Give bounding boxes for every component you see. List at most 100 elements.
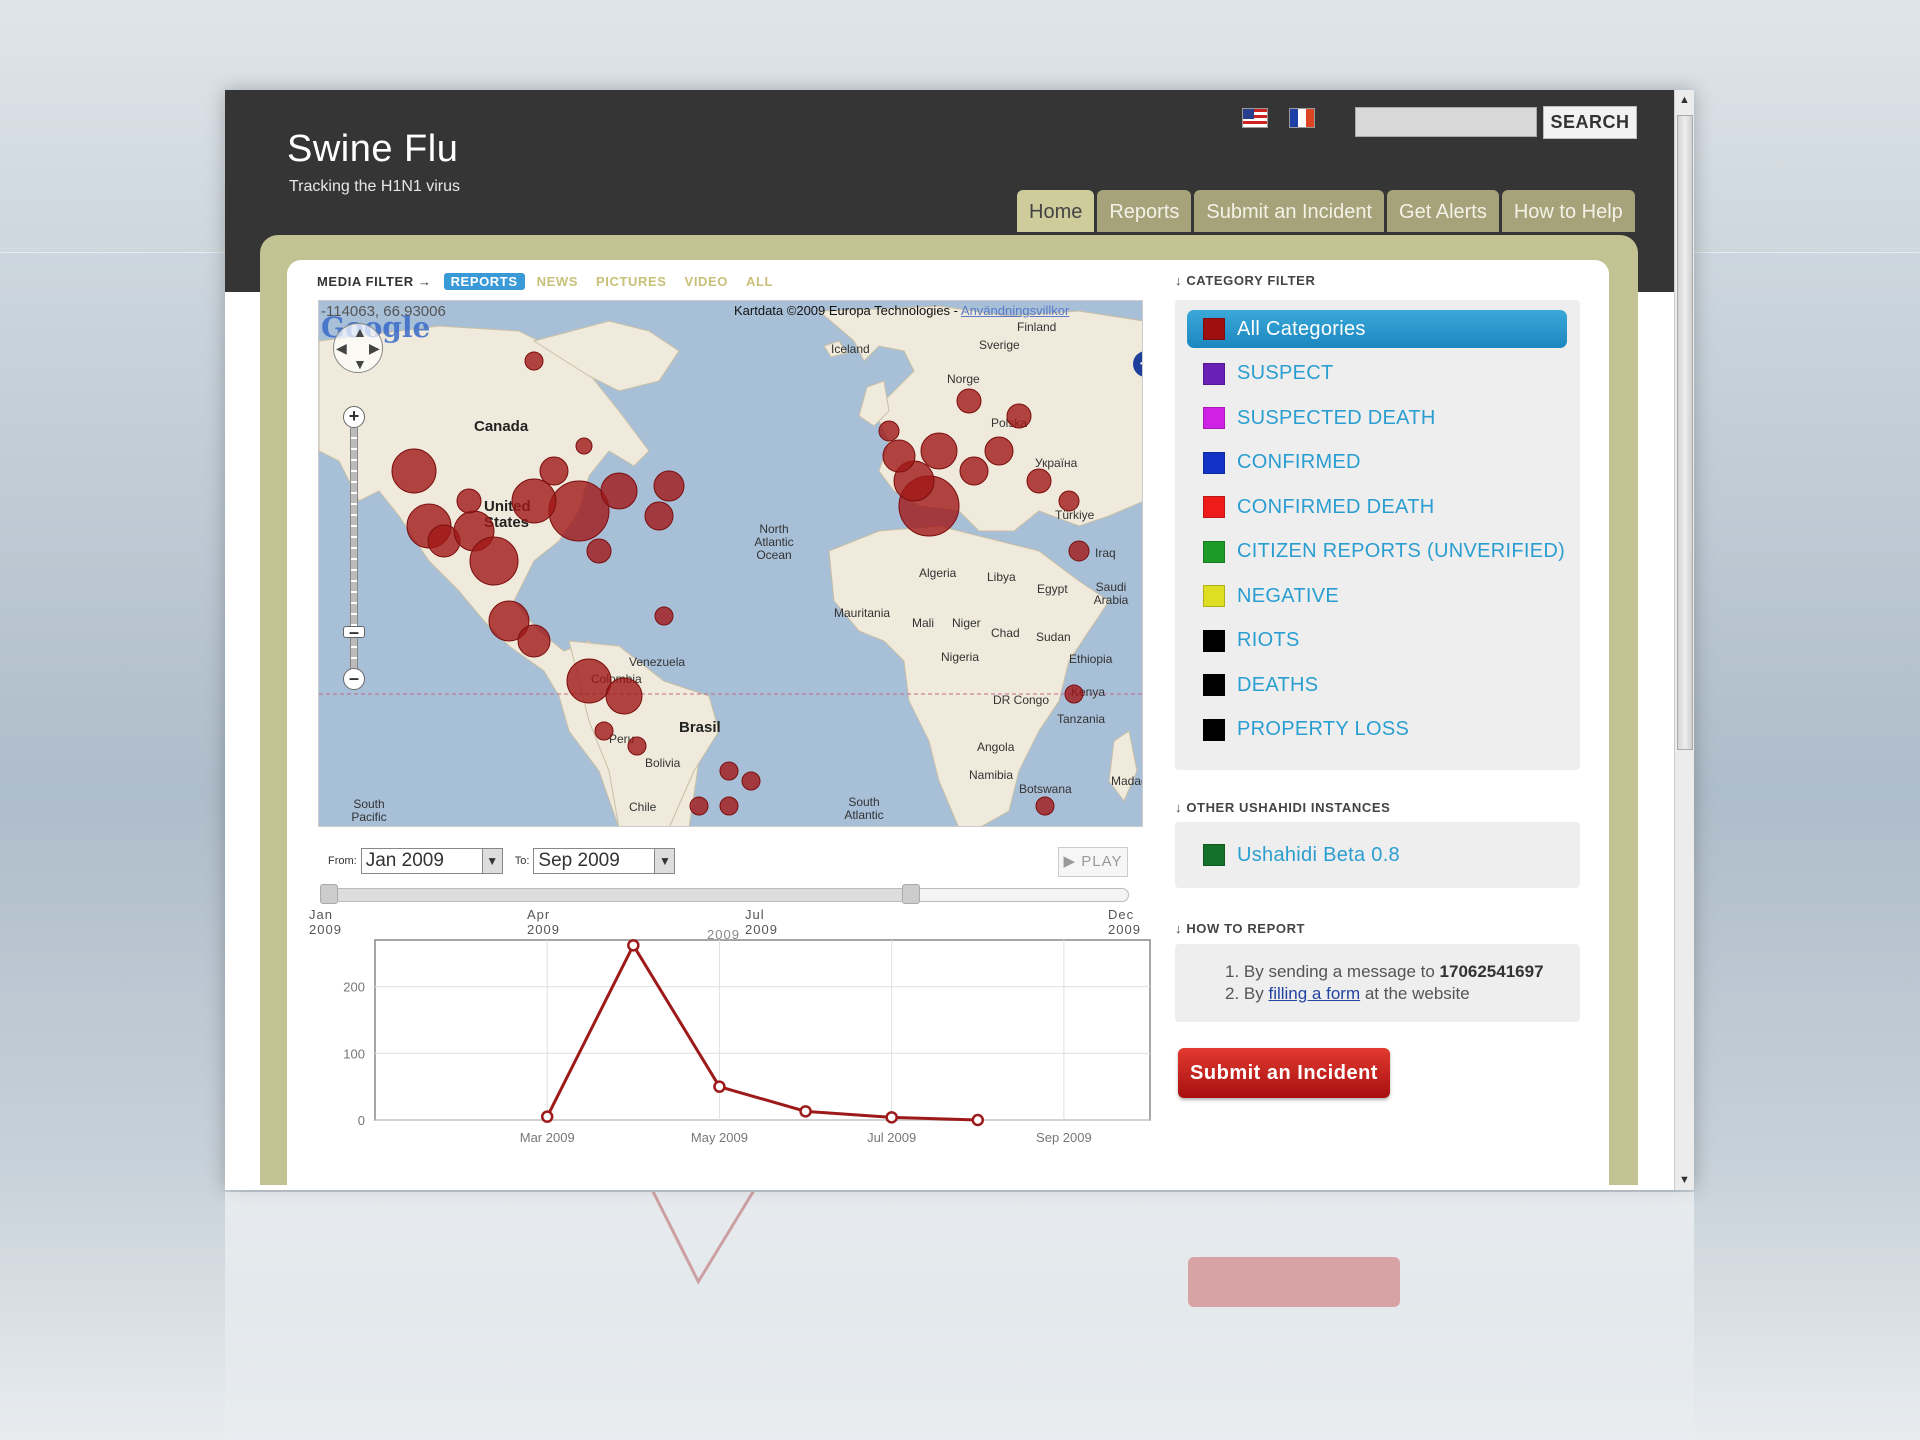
report-marker[interactable] <box>594 721 614 741</box>
report-marker[interactable] <box>956 388 982 414</box>
category-label: PROPERTY LOSS <box>1237 718 1410 740</box>
map[interactable]: Google -114063, 66.93006 Kartdata ©2009 … <box>318 300 1143 827</box>
media-filter-news[interactable]: NEWS <box>537 274 578 289</box>
report-marker[interactable] <box>644 501 674 531</box>
timeline-slider[interactable] <box>325 888 1129 902</box>
report-marker[interactable] <box>920 432 958 470</box>
media-filter-video[interactable]: VIDEO <box>685 274 728 289</box>
category-swatch <box>1203 496 1225 518</box>
chart-point[interactable] <box>971 1113 985 1127</box>
chart-point[interactable] <box>799 1105 812 1118</box>
tab-how-to-help[interactable]: How to Help <box>1501 190 1635 232</box>
search-input[interactable] <box>1355 107 1537 137</box>
tab-reports[interactable]: Reports <box>1097 190 1192 232</box>
tab-home[interactable]: Home <box>1017 190 1095 232</box>
from-select[interactable]: Jan 2009 ▼ <box>360 848 503 874</box>
report-marker[interactable] <box>586 538 612 564</box>
report-marker[interactable] <box>539 456 569 486</box>
category-swatch <box>1203 362 1225 385</box>
report-marker[interactable] <box>984 436 1014 466</box>
date-range: From: Jan 2009 ▼ To: Sep 2009 ▼ <box>328 848 687 874</box>
timeline-start-handle[interactable] <box>320 884 338 904</box>
report-marker[interactable] <box>654 606 674 626</box>
report-marker[interactable] <box>882 439 916 473</box>
report-marker[interactable] <box>600 472 638 510</box>
tab-get-alerts[interactable]: Get Alerts <box>1387 190 1499 232</box>
report-marker[interactable] <box>566 658 612 704</box>
tick-month: Jul <box>745 907 765 922</box>
report-marker[interactable] <box>1006 403 1032 429</box>
report-marker[interactable] <box>719 796 739 816</box>
report-marker[interactable] <box>605 677 643 715</box>
media-filter-pictures[interactable]: PICTURES <box>596 274 667 289</box>
report-marker[interactable] <box>689 796 709 816</box>
site-title[interactable]: Swine Flu <box>287 128 458 171</box>
chevron-down-icon[interactable]: ▼ <box>654 849 675 873</box>
play-button[interactable]: ▶ PLAY <box>1058 847 1128 877</box>
to-select[interactable]: Sep 2009 ▼ <box>533 848 676 874</box>
category-item[interactable]: SUSPECT <box>1187 355 1567 393</box>
report-marker[interactable] <box>1064 684 1084 704</box>
site-tagline: Tracking the H1N1 virus <box>289 178 461 195</box>
chart-y-tick-label: 200 <box>343 980 365 995</box>
category-label: SUSPECTED DEATH <box>1237 406 1436 429</box>
english-flag-icon[interactable] <box>1242 108 1268 128</box>
report-marker[interactable] <box>456 488 482 514</box>
category-item[interactable]: DEATHS <box>1187 666 1567 704</box>
report-marker[interactable] <box>391 448 437 494</box>
report-marker[interactable] <box>1058 490 1080 512</box>
category-item[interactable]: RIOTS <box>1187 622 1567 660</box>
timeline-end-handle[interactable] <box>902 884 921 904</box>
chart-x-tick-label: May 2009 <box>691 1130 748 1145</box>
category-swatch <box>1203 718 1225 741</box>
chart-x-tick-label: Mar 2009 <box>520 1130 575 1145</box>
chevron-down-icon[interactable]: ▼ <box>481 849 502 873</box>
scroll-down-icon[interactable]: ▼ <box>1677 1172 1692 1188</box>
search-button[interactable]: SEARCH <box>1543 106 1637 139</box>
vertical-scrollbar[interactable]: ▲ ▼ <box>1674 90 1694 1190</box>
report-marker[interactable] <box>1026 468 1052 494</box>
category-item[interactable]: CONFIRMED <box>1187 444 1567 482</box>
tick-month: Dec <box>1108 907 1135 922</box>
chart-point[interactable] <box>627 939 640 952</box>
scroll-up-icon[interactable]: ▲ <box>1677 92 1692 108</box>
how-to-report-item-1: 1. By sending a message to 17062541697 <box>1225 962 1544 982</box>
report-marker[interactable] <box>548 480 610 542</box>
report-marker[interactable] <box>1035 796 1055 816</box>
chart-point[interactable] <box>713 1080 726 1093</box>
report-marker[interactable] <box>524 351 544 371</box>
main-nav: Home Reports Submit an Incident Get Aler… <box>1017 190 1638 232</box>
filling-form-link[interactable]: filling a form <box>1268 984 1360 1003</box>
chart-point[interactable] <box>885 1111 898 1124</box>
media-filter-title: MEDIA FILTER → <box>317 274 432 289</box>
category-item[interactable]: SUSPECTED DEATH <box>1187 399 1567 437</box>
category-item[interactable]: CITIZEN REPORTS (UNVERIFIED) <box>1187 533 1567 571</box>
report-marker[interactable] <box>511 478 557 524</box>
report-marker[interactable] <box>719 761 739 781</box>
report-marker[interactable] <box>653 470 685 502</box>
tab-submit-incident[interactable]: Submit an Incident <box>1194 190 1385 232</box>
instance-item[interactable]: Ushahidi Beta 0.8 <box>1187 836 1567 874</box>
map-markers <box>391 351 1090 816</box>
report-marker[interactable] <box>575 437 593 455</box>
report-marker[interactable] <box>741 771 761 791</box>
category-item[interactable]: CONFIRMED DEATH <box>1187 488 1567 526</box>
media-filter-reports[interactable]: REPORTS <box>443 273 525 290</box>
report-marker[interactable] <box>878 420 900 442</box>
play-label: PLAY <box>1081 853 1123 870</box>
report-marker[interactable] <box>627 736 647 756</box>
submit-incident-button[interactable]: Submit an Incident <box>1178 1048 1390 1098</box>
report-marker[interactable] <box>959 456 989 486</box>
category-label: CONFIRMED DEATH <box>1237 495 1435 518</box>
french-flag-icon[interactable] <box>1289 108 1315 128</box>
chart-point[interactable] <box>540 1110 554 1123</box>
scroll-thumb[interactable] <box>1677 115 1693 750</box>
category-item[interactable]: PROPERTY LOSS <box>1187 711 1567 749</box>
category-item[interactable]: All Categories <box>1187 310 1567 348</box>
instance-swatch <box>1203 844 1225 866</box>
report-marker[interactable] <box>1068 540 1090 562</box>
report-marker[interactable] <box>517 624 551 658</box>
media-filter-all[interactable]: ALL <box>746 274 773 289</box>
report-marker[interactable] <box>469 536 519 586</box>
category-item[interactable]: NEGATIVE <box>1187 577 1567 615</box>
